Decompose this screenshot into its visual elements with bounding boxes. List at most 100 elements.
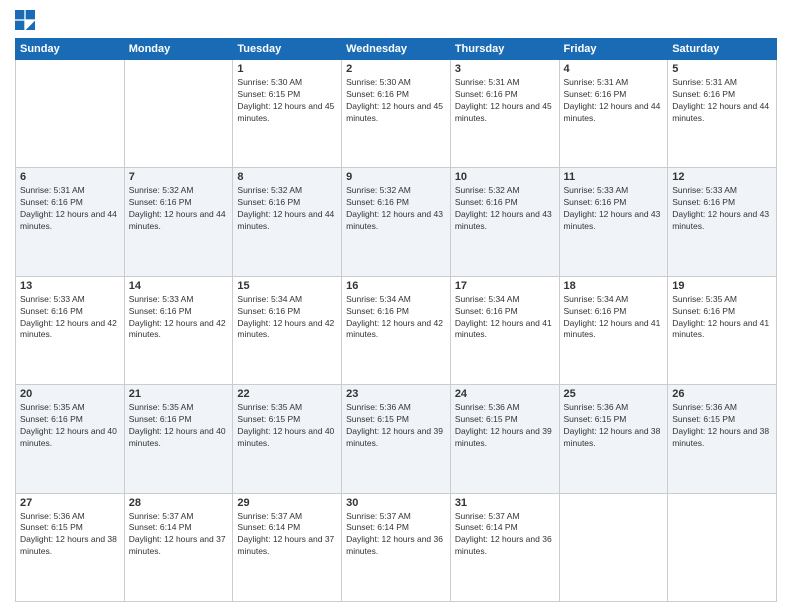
calendar-cell: [124, 60, 233, 168]
calendar-cell: 12 Sunrise: 5:33 AM Sunset: 6:16 PM Dayli…: [668, 168, 777, 276]
calendar: SundayMondayTuesdayWednesdayThursdayFrid…: [15, 38, 777, 602]
day-info: Sunrise: 5:32 AM Sunset: 6:16 PM Dayligh…: [346, 185, 446, 233]
calendar-cell: 11Sunrise: 5:33 AM Sunset: 6:16 PM Dayli…: [559, 168, 668, 276]
calendar-cell: [559, 493, 668, 601]
day-number: 1: [237, 63, 337, 75]
day-number: 3: [455, 63, 555, 75]
day-info: Sunrise: 5:35 AM Sunset: 6:15 PM Dayligh…: [237, 402, 337, 450]
day-info: Sunrise: 5:35 AM Sunset: 6:16 PM Dayligh…: [20, 402, 120, 450]
logo-icon: [15, 10, 35, 30]
day-number: 13: [20, 280, 120, 292]
day-number: 25: [564, 388, 664, 400]
day-info: Sunrise: 5:31 AM Sunset: 6:16 PM Dayligh…: [672, 77, 772, 125]
weekday-header-monday: Monday: [124, 39, 233, 60]
calendar-cell: 26 Sunrise: 5:36 AM Sunset: 6:15 PM Dayli…: [668, 385, 777, 493]
day-number: 26: [672, 388, 772, 400]
calendar-cell: 14 Sunrise: 5:33 AM Sunset: 6:16 PM Dayli…: [124, 276, 233, 384]
day-number: 27: [20, 497, 120, 509]
day-info: Sunrise: 5:34 AM Sunset: 6:16 PM Dayligh…: [346, 294, 446, 342]
calendar-cell: 1Sunrise: 5:30 AM Sunset: 6:15 PM Daylig…: [233, 60, 342, 168]
calendar-cell: 15 Sunrise: 5:34 AM Sunset: 6:16 PM Dayli…: [233, 276, 342, 384]
day-info: Sunrise: 5:37 AM Sunset: 6:14 PM Dayligh…: [129, 511, 229, 559]
calendar-cell: 4 Sunrise: 5:31 AM Sunset: 6:16 PM Daylig…: [559, 60, 668, 168]
day-number: 22: [237, 388, 337, 400]
day-number: 11: [564, 171, 664, 183]
day-info: Sunrise: 5:31 AM Sunset: 6:16 PM Dayligh…: [20, 185, 120, 233]
day-number: 7: [129, 171, 229, 183]
calendar-cell: 21 Sunrise: 5:35 AM Sunset: 6:16 PM Dayli…: [124, 385, 233, 493]
day-info: Sunrise: 5:33 AM Sunset: 6:16 PM Dayligh…: [672, 185, 772, 233]
header: [15, 10, 777, 30]
day-info: Sunrise: 5:32 AM Sunset: 6:16 PM Dayligh…: [455, 185, 555, 233]
day-info: Sunrise: 5:32 AM Sunset: 6:16 PM Dayligh…: [129, 185, 229, 233]
calendar-cell: 23 Sunrise: 5:36 AM Sunset: 6:15 PM Dayli…: [342, 385, 451, 493]
weekday-header-saturday: Saturday: [668, 39, 777, 60]
day-number: 24: [455, 388, 555, 400]
calendar-cell: 3 Sunrise: 5:31 AM Sunset: 6:16 PM Daylig…: [450, 60, 559, 168]
calendar-cell: 16 Sunrise: 5:34 AM Sunset: 6:16 PM Dayli…: [342, 276, 451, 384]
week-row-1: 1Sunrise: 5:30 AM Sunset: 6:15 PM Daylig…: [16, 60, 777, 168]
calendar-cell: 9Sunrise: 5:32 AM Sunset: 6:16 PM Daylig…: [342, 168, 451, 276]
day-number: 4: [564, 63, 664, 75]
day-info: Sunrise: 5:37 AM Sunset: 6:14 PM Dayligh…: [237, 511, 337, 559]
day-info: Sunrise: 5:35 AM Sunset: 6:16 PM Dayligh…: [129, 402, 229, 450]
day-number: 28: [129, 497, 229, 509]
day-info: Sunrise: 5:36 AM Sunset: 6:15 PM Dayligh…: [564, 402, 664, 450]
day-number: 16: [346, 280, 446, 292]
day-info: Sunrise: 5:36 AM Sunset: 6:15 PM Dayligh…: [455, 402, 555, 450]
calendar-cell: 30Sunrise: 5:37 AM Sunset: 6:14 PM Dayli…: [342, 493, 451, 601]
weekday-header-sunday: Sunday: [16, 39, 125, 60]
week-row-3: 13 Sunrise: 5:33 AM Sunset: 6:16 PM Dayli…: [16, 276, 777, 384]
day-number: 15: [237, 280, 337, 292]
calendar-cell: 22 Sunrise: 5:35 AM Sunset: 6:15 PM Dayli…: [233, 385, 342, 493]
weekday-header-wednesday: Wednesday: [342, 39, 451, 60]
day-info: Sunrise: 5:36 AM Sunset: 6:15 PM Dayligh…: [672, 402, 772, 450]
calendar-cell: 17 Sunrise: 5:34 AM Sunset: 6:16 PM Dayli…: [450, 276, 559, 384]
day-number: 6: [20, 171, 120, 183]
calendar-cell: [668, 493, 777, 601]
day-info: Sunrise: 5:35 AM Sunset: 6:16 PM Dayligh…: [672, 294, 772, 342]
day-number: 31: [455, 497, 555, 509]
day-info: Sunrise: 5:31 AM Sunset: 6:16 PM Dayligh…: [564, 77, 664, 125]
day-info: Sunrise: 5:34 AM Sunset: 6:16 PM Dayligh…: [455, 294, 555, 342]
weekday-header-friday: Friday: [559, 39, 668, 60]
day-info: Sunrise: 5:34 AM Sunset: 6:16 PM Dayligh…: [237, 294, 337, 342]
week-row-4: 20 Sunrise: 5:35 AM Sunset: 6:16 PM Dayli…: [16, 385, 777, 493]
weekday-header-tuesday: Tuesday: [233, 39, 342, 60]
calendar-cell: 10Sunrise: 5:32 AM Sunset: 6:16 PM Dayli…: [450, 168, 559, 276]
day-number: 23: [346, 388, 446, 400]
page: SundayMondayTuesdayWednesdayThursdayFrid…: [0, 0, 792, 612]
day-number: 12: [672, 171, 772, 183]
week-row-2: 6 Sunrise: 5:31 AM Sunset: 6:16 PM Daylig…: [16, 168, 777, 276]
day-number: 8: [237, 171, 337, 183]
weekday-header-row: SundayMondayTuesdayWednesdayThursdayFrid…: [16, 39, 777, 60]
day-number: 30: [346, 497, 446, 509]
day-number: 5: [672, 63, 772, 75]
day-info: Sunrise: 5:33 AM Sunset: 6:16 PM Dayligh…: [129, 294, 229, 342]
weekday-header-thursday: Thursday: [450, 39, 559, 60]
day-info: Sunrise: 5:36 AM Sunset: 6:15 PM Dayligh…: [20, 511, 120, 559]
day-info: Sunrise: 5:34 AM Sunset: 6:16 PM Dayligh…: [564, 294, 664, 342]
day-number: 2: [346, 63, 446, 75]
calendar-cell: 7 Sunrise: 5:32 AM Sunset: 6:16 PM Daylig…: [124, 168, 233, 276]
calendar-cell: 20 Sunrise: 5:35 AM Sunset: 6:16 PM Dayli…: [16, 385, 125, 493]
day-info: Sunrise: 5:31 AM Sunset: 6:16 PM Dayligh…: [455, 77, 555, 125]
day-info: Sunrise: 5:36 AM Sunset: 6:15 PM Dayligh…: [346, 402, 446, 450]
day-number: 14: [129, 280, 229, 292]
calendar-cell: 19Sunrise: 5:35 AM Sunset: 6:16 PM Dayli…: [668, 276, 777, 384]
day-number: 21: [129, 388, 229, 400]
calendar-cell: 24 Sunrise: 5:36 AM Sunset: 6:15 PM Dayli…: [450, 385, 559, 493]
week-row-5: 27 Sunrise: 5:36 AM Sunset: 6:15 PM Dayli…: [16, 493, 777, 601]
day-number: 20: [20, 388, 120, 400]
day-number: 18: [564, 280, 664, 292]
calendar-cell: 5 Sunrise: 5:31 AM Sunset: 6:16 PM Daylig…: [668, 60, 777, 168]
calendar-cell: 18 Sunrise: 5:34 AM Sunset: 6:16 PM Dayli…: [559, 276, 668, 384]
calendar-cell: 28 Sunrise: 5:37 AM Sunset: 6:14 PM Dayli…: [124, 493, 233, 601]
calendar-cell: 31Sunrise: 5:37 AM Sunset: 6:14 PM Dayli…: [450, 493, 559, 601]
calendar-cell: 27 Sunrise: 5:36 AM Sunset: 6:15 PM Dayli…: [16, 493, 125, 601]
calendar-cell: 2 Sunrise: 5:30 AM Sunset: 6:16 PM Daylig…: [342, 60, 451, 168]
calendar-cell: 13Sunrise: 5:33 AM Sunset: 6:16 PM Dayli…: [16, 276, 125, 384]
day-number: 17: [455, 280, 555, 292]
calendar-cell: 8Sunrise: 5:32 AM Sunset: 6:16 PM Daylig…: [233, 168, 342, 276]
day-info: Sunrise: 5:30 AM Sunset: 6:16 PM Dayligh…: [346, 77, 446, 125]
